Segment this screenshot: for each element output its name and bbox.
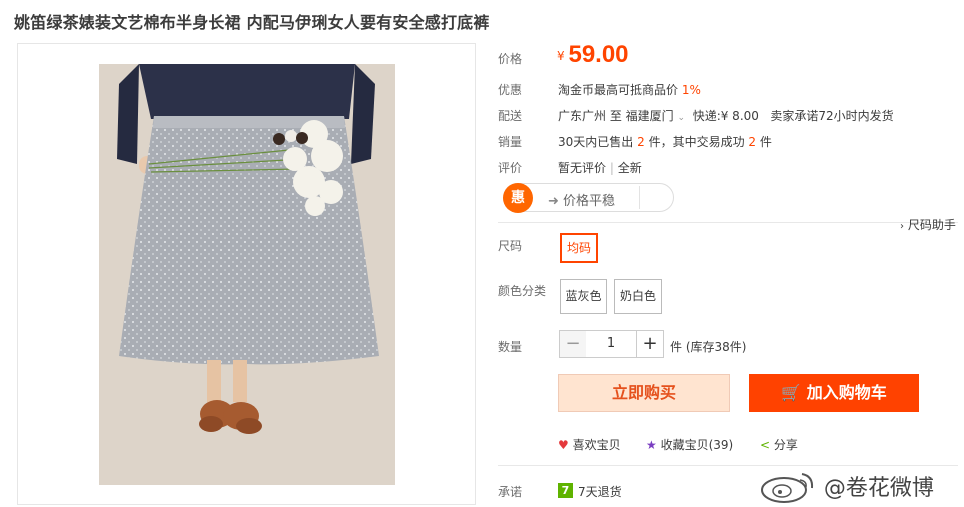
quantity-increase-button[interactable]: + [636,330,664,358]
color-option-milk-white[interactable]: 奶白色 [614,279,662,314]
weibo-logo-icon [761,473,814,503]
shipping-info: 广东广州 至 福建厦门 ⌄ 快递:¥ 8.00 卖家承诺72小时内发货 [558,107,894,124]
color-option-blue-gray[interactable]: 蓝灰色 [560,279,607,314]
shipping-from: 广东广州 至 [558,109,622,123]
chevron-down-icon: ⌄ [677,113,686,123]
size-help-link[interactable]: › 尺码助手 [900,216,956,233]
like-button[interactable]: ♥ 喜欢宝贝 [558,436,621,453]
promise-label: 承诺 [498,485,523,499]
hui-icon: 惠 [503,183,533,213]
price-value: ¥ 59.00 [557,41,629,69]
quantity-label: 数量 [498,340,523,354]
heart-icon: ♥ [558,438,569,452]
quantity-input[interactable]: 1 [586,330,636,358]
share-button[interactable]: < 分享 [760,436,798,453]
price-label: 价格 [498,52,523,66]
review-none-link[interactable]: 暂无评价 [558,161,606,175]
review-info: 暂无评价 | 全新 [558,161,642,175]
size-label: 尺码 [498,239,523,253]
price-amount: 59.00 [568,41,629,68]
chevron-right-icon: › [900,221,904,232]
product-photo[interactable] [99,64,395,485]
color-label: 颜色分类 [498,284,547,298]
section-divider [498,222,958,223]
seven-day-return-badge: 7 [558,483,573,498]
promo-text: 淘金币最高可抵商品价 1% [558,83,701,97]
stock-info: 件 (库存38件) [670,340,747,354]
share-icon: < [760,438,771,452]
seven-day-return-text[interactable]: 7天退货 [578,483,622,500]
shipping-express: 快递:¥ 8.00 [692,109,759,123]
shipping-promise: 卖家承诺72小时内发货 [770,109,894,123]
price-trend-text: ➜ 价格平稳 [548,194,616,209]
shipping-label: 配送 [498,109,523,123]
review-label: 评价 [498,161,523,175]
size-option-one-size[interactable]: 均码 [560,233,598,263]
cart-icon: 🛒 [781,383,802,402]
arrow-right-icon: ➜ [548,194,559,209]
buy-now-button[interactable]: 立即购买 [558,374,730,412]
currency-symbol: ¥ [557,49,565,63]
star-icon: ★ [646,438,657,452]
sales-label: 销量 [498,135,523,149]
add-to-cart-button[interactable]: 🛒 加入购物车 [749,374,919,412]
section-divider-2 [498,465,958,466]
promo-label: 优惠 [498,83,523,97]
shipping-destination-select[interactable]: 福建厦门 ⌄ [626,109,685,123]
price-trend-divider [639,186,640,209]
collect-button[interactable]: ★ 收藏宝贝(39) [646,436,733,453]
weibo-watermark: @卷花微博 [758,468,934,504]
quantity-decrease-button[interactable]: − [559,330,587,358]
promo-percent: 1% [681,83,701,97]
condition-new: 全新 [617,161,642,175]
product-title: 姚笛绿茶婊装文艺棉布半身长裙 内配马伊琍女人要有安全感打底裤 [14,13,490,32]
sales-info: 30天内已售出 2 件，其中交易成功 2 件 [558,135,772,149]
